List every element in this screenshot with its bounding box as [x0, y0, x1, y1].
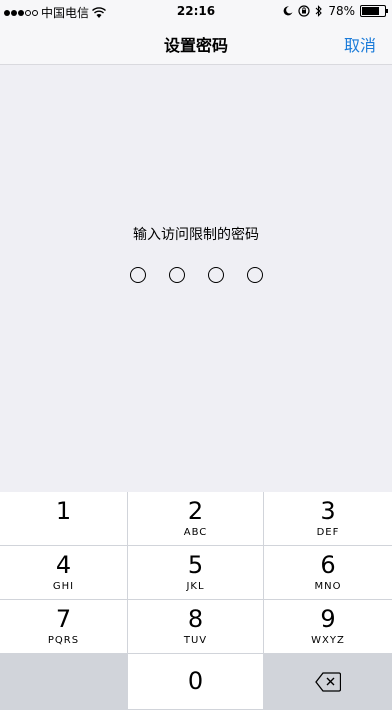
key-9[interactable]: 9 WXYZ [264, 600, 392, 654]
key-digit: 4 [55, 551, 72, 579]
key-letters: GHI [52, 581, 75, 592]
delete-key[interactable] [264, 654, 392, 710]
key-letters: ABC [183, 527, 208, 538]
cancel-button[interactable]: 取消 [344, 32, 376, 56]
key-7[interactable]: 7 PQRS [0, 600, 128, 654]
key-2[interactable]: 2 ABC [128, 492, 264, 546]
key-4[interactable]: 4 GHI [0, 546, 128, 600]
battery-percentage: 78% [328, 4, 355, 18]
key-digit: 6 [320, 551, 336, 579]
passcode-dots [0, 267, 392, 283]
key-digit: 7 [55, 605, 72, 633]
key-blank [0, 654, 128, 710]
status-bar: 中国电信 22:16 78% [0, 0, 392, 24]
key-6[interactable]: 6 MNO [264, 546, 392, 600]
numeric-keypad: 1 2 ABC 3 DEF 4 GHI 5 JKL 6 MNO 7 PQRS 8… [0, 492, 392, 710]
key-0[interactable]: 0 [128, 654, 264, 710]
key-digit: 2 [187, 497, 204, 525]
key-5[interactable]: 5 JKL [128, 546, 264, 600]
key-letters: PQRS [47, 635, 80, 646]
key-8[interactable]: 8 TUV [128, 600, 264, 654]
key-digit: 5 [187, 551, 204, 579]
key-digit: 8 [187, 605, 204, 633]
key-digit: 9 [320, 605, 336, 633]
passcode-dot [129, 267, 146, 283]
key-digit: 1 [55, 497, 72, 525]
passcode-dot [246, 267, 263, 283]
key-3[interactable]: 3 DEF [264, 492, 392, 546]
backspace-icon [315, 671, 341, 692]
battery-fill [362, 7, 380, 15]
key-letters: MNO [314, 581, 342, 592]
passcode-dot [207, 267, 224, 283]
key-digit: 0 [187, 667, 204, 695]
passcode-prompt: 输入访问限制的密码 [133, 227, 259, 243]
key-digit: 3 [320, 497, 336, 525]
key-letters: WXYZ [311, 635, 345, 646]
nav-bar: 设置密码 取消 [0, 24, 392, 65]
page-title: 设置密码 [163, 36, 228, 55]
key-letters: DEF [316, 527, 340, 538]
key-letters: JKL [186, 581, 205, 592]
battery-icon [360, 5, 388, 17]
passcode-dot [168, 267, 185, 283]
key-letters: TUV [183, 635, 208, 646]
status-right: 78% [283, 4, 388, 18]
key-1[interactable]: 1 [0, 492, 128, 546]
bluetooth-icon [315, 5, 323, 17]
orientation-lock-icon [298, 5, 310, 17]
moon-icon [283, 6, 293, 16]
